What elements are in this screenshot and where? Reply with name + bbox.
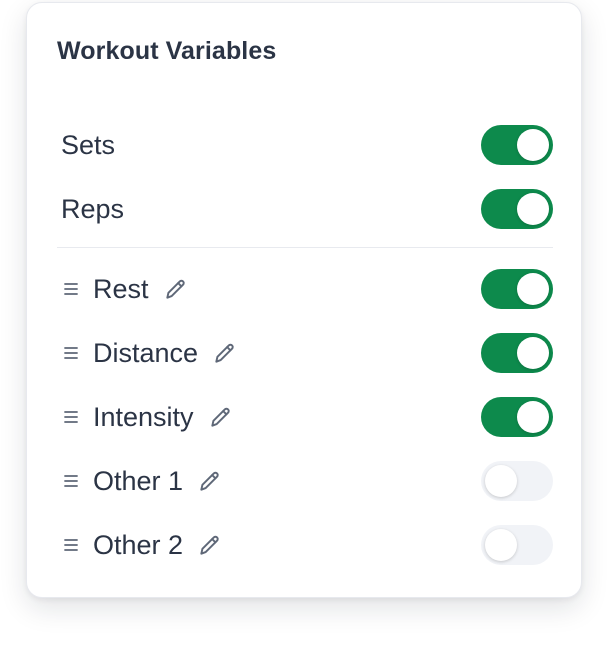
sets-toggle[interactable] — [481, 125, 553, 165]
variable-label: Other 1 — [93, 465, 184, 496]
toggle-knob — [485, 465, 517, 497]
toggle-knob — [485, 529, 517, 561]
variable-label: Rest — [93, 273, 149, 304]
drag-handle-icon[interactable] — [57, 474, 85, 488]
variable-row-rest: Rest — [57, 267, 553, 311]
distance-toggle[interactable] — [481, 333, 553, 373]
variable-row-intensity: Intensity — [57, 395, 553, 439]
section-divider — [57, 247, 553, 248]
drag-handle-icon[interactable] — [57, 282, 85, 296]
variable-row-other-1: Other 1 — [57, 459, 553, 503]
other-2-toggle[interactable] — [481, 525, 553, 565]
variable-row-distance: Distance — [57, 331, 553, 375]
workout-variables-card: Workout Variables Sets Reps Rest Distanc… — [26, 2, 582, 598]
variable-row-reps: Reps — [57, 187, 553, 231]
toggle-knob — [517, 401, 549, 433]
variable-label: Sets — [61, 129, 116, 160]
other-1-toggle[interactable] — [481, 461, 553, 501]
variable-row-other-2: Other 2 — [57, 523, 553, 567]
toggle-knob — [517, 193, 549, 225]
toggle-knob — [517, 129, 549, 161]
variable-label: Distance — [93, 337, 199, 368]
pencil-icon[interactable] — [212, 340, 238, 366]
drag-handle-icon[interactable] — [57, 346, 85, 360]
toggle-knob — [517, 337, 549, 369]
reps-toggle[interactable] — [481, 189, 553, 229]
intensity-toggle[interactable] — [481, 397, 553, 437]
pencil-icon[interactable] — [208, 404, 234, 430]
pencil-icon[interactable] — [163, 276, 189, 302]
pencil-icon[interactable] — [197, 468, 223, 494]
variable-label: Other 2 — [93, 529, 184, 560]
variable-row-sets: Sets — [57, 123, 553, 167]
variable-label: Reps — [61, 193, 125, 224]
drag-handle-icon[interactable] — [57, 538, 85, 552]
pencil-icon[interactable] — [197, 532, 223, 558]
variable-label: Intensity — [93, 401, 194, 432]
drag-handle-icon[interactable] — [57, 410, 85, 424]
card-title: Workout Variables — [57, 37, 277, 65]
rest-toggle[interactable] — [481, 269, 553, 309]
toggle-knob — [517, 273, 549, 305]
